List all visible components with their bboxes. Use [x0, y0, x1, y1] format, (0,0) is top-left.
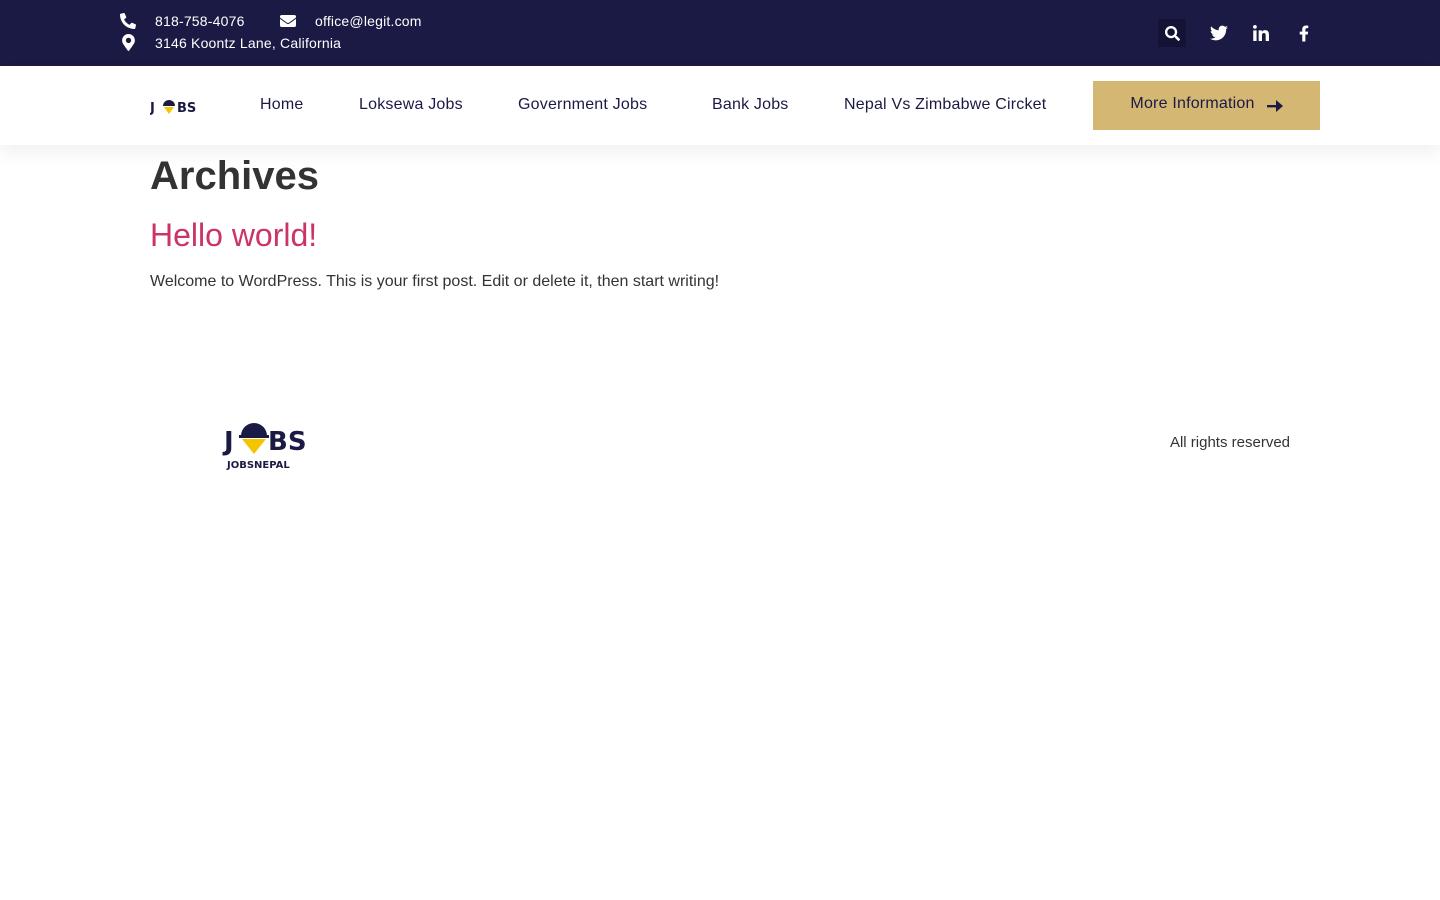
- address-text: 3146 Koontz Lane, California: [155, 34, 342, 51]
- phone-icon: [120, 13, 136, 29]
- site-header: J BS Home Loksewa Jobs Government Jobs B…: [0, 66, 1440, 145]
- copyright-text: All rights reserved: [1169, 434, 1290, 451]
- email-contact[interactable]: office@legit.com: [280, 13, 422, 29]
- svg-text:BS: BS: [177, 101, 196, 115]
- nav-home[interactable]: Home: [260, 96, 303, 114]
- site-logo[interactable]: J BS: [150, 97, 200, 115]
- linkedin-icon: [1253, 25, 1269, 41]
- phone-number: 818-758-4076: [155, 13, 245, 29]
- nav-nepal-vs-zimbabwe-circket[interactable]: Nepal Vs Zimbabwe Circket: [844, 96, 1046, 114]
- map-marker-icon: [122, 34, 135, 51]
- svg-text:J: J: [222, 427, 234, 457]
- phone-contact[interactable]: 818-758-4076: [120, 13, 245, 29]
- page-title: Archives: [150, 154, 319, 198]
- twitter-icon: [1210, 25, 1228, 41]
- facebook-icon: [1299, 25, 1309, 41]
- search-icon: [1164, 25, 1180, 41]
- svg-text:J: J: [150, 101, 155, 115]
- email-address: office@legit.com: [315, 13, 422, 29]
- svg-text:BS: BS: [268, 427, 307, 457]
- more-information-button[interactable]: More Information: [1093, 81, 1320, 130]
- linkedin-link[interactable]: [1247, 19, 1275, 47]
- footer-logo-subtext: JOBSNEPAL: [226, 460, 290, 471]
- search-button[interactable]: [1158, 19, 1186, 47]
- post-excerpt: Welcome to WordPress. This is your first…: [150, 273, 720, 290]
- nav-loksewa-jobs[interactable]: Loksewa Jobs: [359, 96, 463, 114]
- arrow-right-icon: [1266, 99, 1283, 112]
- post-title-link[interactable]: Hello world!: [150, 217, 317, 254]
- footer-logo[interactable]: J BS JOBSNEPAL: [222, 420, 312, 472]
- envelope-icon: [280, 15, 296, 27]
- top-bar: 818-758-4076 office@legit.com 3146 Koont…: [0, 0, 1440, 66]
- twitter-link[interactable]: [1205, 19, 1233, 47]
- more-information-label: More Information: [1130, 95, 1255, 112]
- nav-government-jobs[interactable]: Government Jobs: [518, 96, 647, 114]
- address-contact: 3146 Koontz Lane, California: [122, 34, 341, 51]
- nav-bank-jobs[interactable]: Bank Jobs: [712, 96, 789, 114]
- facebook-link[interactable]: [1290, 19, 1318, 47]
